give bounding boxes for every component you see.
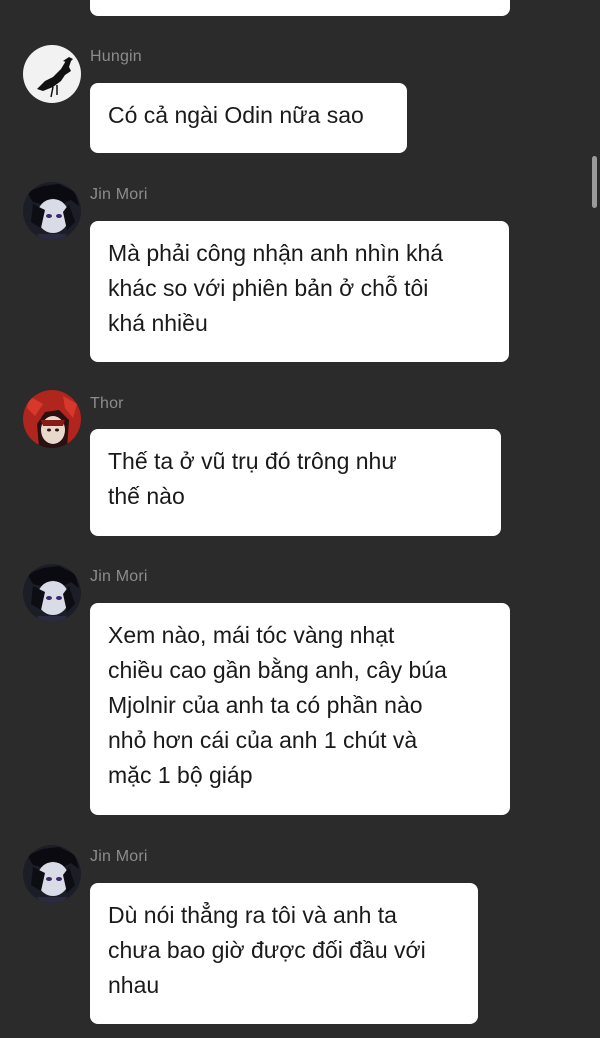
- message-line: khá nhiều: [108, 310, 208, 336]
- avatar-thor[interactable]: [23, 390, 81, 448]
- avatar-jin-mori[interactable]: [23, 564, 81, 622]
- avatar-jin-mori[interactable]: [23, 182, 81, 240]
- sender-name: Jin Mori: [90, 186, 148, 203]
- message-line: nhau: [108, 972, 160, 998]
- avatar-jin-mori[interactable]: [23, 845, 81, 903]
- red-haired-character-avatar: [23, 390, 81, 448]
- sender-name: Hungin: [90, 48, 142, 65]
- message-bubble: Dù nói thẳng ra tôi và anh ta chưa bao g…: [90, 883, 478, 1024]
- message-line: Mjolnir của anh ta có phần nào: [108, 692, 423, 718]
- scrollbar-thumb[interactable]: [592, 156, 597, 208]
- sender-name: Thor: [90, 395, 124, 412]
- sender-name: Jin Mori: [90, 848, 148, 865]
- message-line: chưa bao giờ được đối đầu với: [108, 937, 426, 963]
- message-line: thế nào: [108, 483, 185, 509]
- anime-character-avatar: [23, 182, 81, 240]
- message-bubble: Có cả ngài Odin nữa sao: [90, 83, 407, 153]
- message-line: mặc 1 bộ giáp: [108, 762, 253, 788]
- message-bubble: Mà phải công nhận anh nhìn khá khác so v…: [90, 221, 509, 362]
- message-line: Thế ta ở vũ trụ đó trông như: [108, 448, 397, 474]
- message-bubble: Thế ta ở vũ trụ đó trông như thế nào: [90, 429, 501, 536]
- message-line: Dù nói thẳng ra tôi và anh ta: [108, 902, 397, 928]
- message-line: Có cả ngài Odin nữa sao: [108, 102, 364, 128]
- message-bubble-partial: [90, 0, 510, 16]
- sender-name: Jin Mori: [90, 568, 148, 585]
- avatar-hungin[interactable]: [23, 45, 81, 103]
- message-bubble: Xem nào, mái tóc vàng nhạt chiều cao gần…: [90, 603, 510, 815]
- message-line: nhỏ hơn cái của anh 1 chút và: [108, 727, 418, 753]
- message-line: Mà phải công nhận anh nhìn khá: [108, 240, 444, 266]
- message-line: Xem nào, mái tóc vàng nhạt: [108, 622, 395, 648]
- anime-character-avatar: [23, 845, 81, 903]
- message-line: khác so với phiên bản ở chỗ tôi: [108, 275, 429, 301]
- message-line: chiều cao gần bằng anh, cây búa: [108, 657, 447, 683]
- anime-character-avatar: [23, 564, 81, 622]
- crow-icon: [23, 45, 81, 103]
